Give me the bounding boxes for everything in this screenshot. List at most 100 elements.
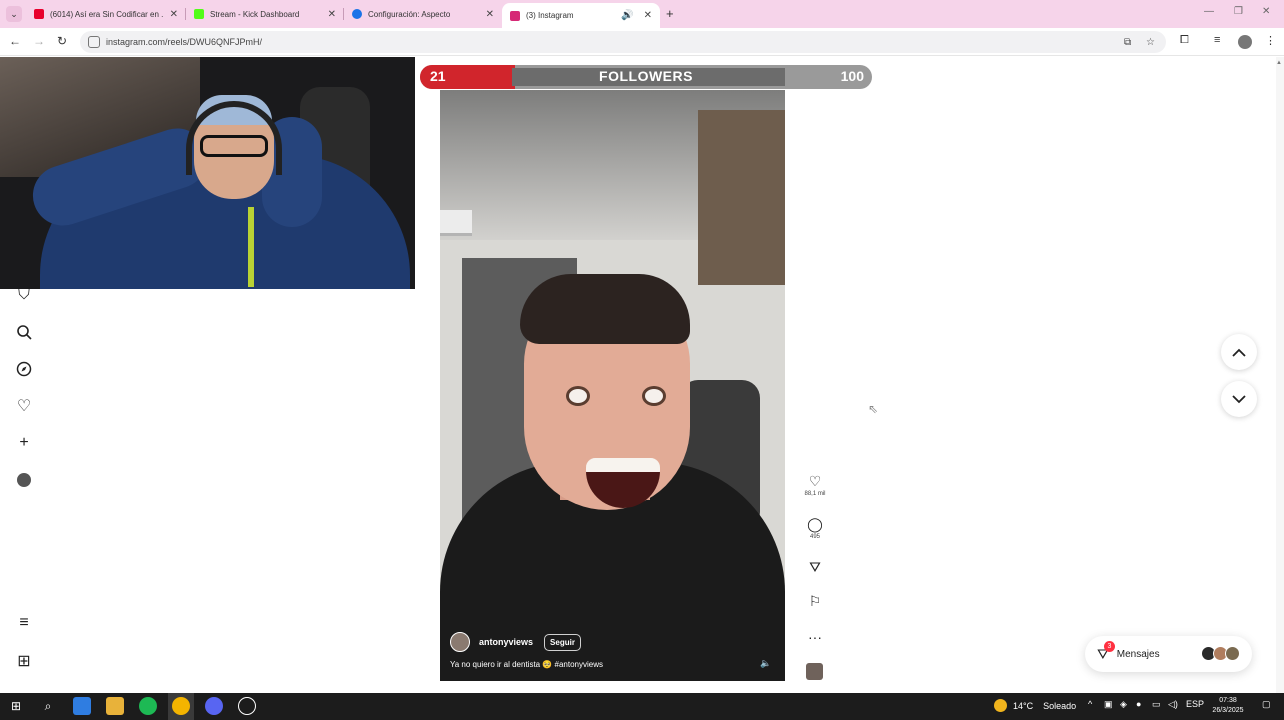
media-controls-icon[interactable]: ≡ (1214, 34, 1220, 46)
clock-date: 26/3/2025 (1212, 707, 1244, 714)
copilot-icon[interactable] (73, 697, 91, 715)
messenger-icon: ⛛ 3 (1097, 640, 1115, 663)
close-window-icon[interactable]: ✕ (1262, 6, 1270, 17)
close-tab-icon[interactable]: ✕ (486, 9, 494, 20)
heart-icon[interactable]: ♡ (809, 473, 822, 489)
reload-icon[interactable]: ↻ (57, 34, 67, 48)
chevron-down-icon (1232, 394, 1246, 403)
more-dots-icon[interactable]: ··· (808, 629, 822, 645)
notifications-icon[interactable]: ▢ (1262, 699, 1271, 710)
more-options[interactable]: ··· (800, 629, 830, 645)
temperature: 14°C (1013, 700, 1034, 711)
obs-icon[interactable] (238, 697, 256, 715)
tray-app-icon[interactable]: ▣ (1104, 699, 1113, 710)
tab-list-button[interactable]: ⌄ (6, 6, 22, 22)
reel-caption: Ya no quiero ir al dentista 🥺 #antonyvie… (450, 660, 604, 669)
instagram-page: ▲ ⛉ ♡ + ≡ ⊞ 21 FOLLOWERS 100 antonyviews… (0, 57, 1284, 693)
bookmark-star-icon[interactable]: ☆ (1146, 31, 1155, 53)
clock-time: 07:38 (1219, 697, 1237, 704)
file-explorer-icon[interactable] (106, 697, 124, 715)
browser-toolbar: ← → ↻ instagram.com/reels/DWU6QNFJPmH/ ⧉… (0, 28, 1284, 56)
weather-widget[interactable]: 14°C Soleado (994, 699, 1076, 712)
share-icon[interactable]: ⛛ (809, 559, 821, 575)
messages-label: Mensajes (1116, 648, 1160, 660)
tab-kick-dashboard[interactable]: Stream - Kick Dashboard ✕ (186, 4, 344, 24)
previous-reel-button[interactable] (1221, 334, 1257, 370)
chrome-profile-icon[interactable] (205, 697, 223, 715)
chrome-icon[interactable] (172, 697, 190, 715)
kick-icon (194, 9, 204, 19)
volume-icon[interactable]: ◁) (1168, 699, 1178, 710)
mouse-cursor-icon: ⇖ (868, 402, 879, 416)
followers-goal-bar: 21 FOLLOWERS 100 (420, 65, 872, 89)
webcam-overlay (0, 57, 415, 289)
create-plus-icon[interactable]: + (14, 433, 34, 453)
profile-avatar[interactable] (1238, 35, 1252, 49)
windows-taskbar: ⊞ ⌕ 14°C Soleado ^ ▣ ◈ ● ▭ ◁) ESP 07:38 … (0, 693, 1284, 720)
search-icon[interactable]: ⌕ (39, 697, 57, 715)
next-reel-button[interactable] (1221, 381, 1257, 417)
sun-icon (994, 699, 1007, 712)
reel-author: antonyviews Seguir (450, 632, 581, 652)
bookmark-icon[interactable]: ⚐ (809, 593, 822, 609)
share-action[interactable]: ⛛ (800, 559, 830, 575)
new-tab-button[interactable]: + (666, 6, 674, 21)
volume-icon[interactable]: 🔈 (760, 658, 771, 669)
chevron-up-icon (1232, 348, 1246, 357)
menu-kebab-icon[interactable]: ⋮ (1265, 34, 1276, 47)
show-hidden-icons[interactable]: ^ (1088, 699, 1092, 709)
search-icon[interactable] (14, 322, 34, 342)
address-bar[interactable]: instagram.com/reels/DWU6QNFJPmH/ ⧉ ☆ (80, 31, 1166, 53)
reel-video[interactable]: antonyviews Seguir Ya no quiero ir al de… (440, 90, 785, 681)
goal-label: FOLLOWERS (599, 68, 693, 84)
minimize-icon[interactable]: — (1204, 6, 1214, 17)
goal-target-count: 100 (840, 68, 864, 84)
instagram-icon (510, 10, 520, 21)
youtube-icon (34, 9, 44, 19)
save-action[interactable]: ⚐ (800, 593, 830, 609)
spotify-icon[interactable] (139, 697, 157, 715)
back-icon[interactable]: ← (9, 34, 21, 48)
messages-button[interactable]: ⛛ 3 Mensajes (1085, 636, 1252, 672)
tab-youtube[interactable]: (6014) Así era Sin Codificar en ... ✕ (26, 4, 186, 24)
heart-icon[interactable]: ♡ (14, 396, 34, 416)
more-menu-icon[interactable]: ≡ (14, 613, 34, 633)
explore-icon[interactable] (14, 359, 34, 379)
author-username[interactable]: antonyviews (479, 637, 533, 647)
windows-start-icon[interactable]: ⊞ (7, 697, 25, 715)
follow-button[interactable]: Seguir (544, 633, 581, 651)
install-app-icon[interactable]: ⧉ (1124, 31, 1131, 53)
message-avatars (1201, 646, 1240, 661)
tab-settings[interactable]: Configuración: Aspecto ✕ (344, 4, 502, 24)
network-icon[interactable]: ▭ (1152, 699, 1161, 710)
author-avatar[interactable] (450, 632, 470, 652)
microphone-icon[interactable]: ● (1136, 699, 1141, 709)
close-tab-icon[interactable]: ✕ (170, 9, 178, 20)
browser-tab-bar: ⌄ (6014) Así era Sin Codificar en ... ✕ … (0, 0, 1284, 28)
restore-icon[interactable]: ❐ (1234, 6, 1243, 17)
extensions-icon[interactable]: ⧠ (1180, 34, 1189, 47)
comment-count: 495 (809, 534, 820, 540)
site-info-icon[interactable] (88, 36, 100, 48)
system-clock[interactable]: 07:38 26/3/2025 (1206, 696, 1250, 716)
close-tab-icon[interactable]: ✕ (644, 10, 652, 21)
comment-icon[interactable]: ◯ (807, 516, 823, 532)
speaker-icon[interactable]: 🔊 (621, 10, 633, 21)
close-tab-icon[interactable]: ✕ (328, 9, 336, 20)
audio-thumbnail[interactable] (806, 663, 823, 680)
input-language[interactable]: ESP (1186, 699, 1204, 709)
weather-condition: Soleado (1043, 700, 1077, 711)
url-text[interactable]: instagram.com/reels/DWU6QNFJPmH/ (106, 37, 262, 47)
screen: ⌄ (6014) Así era Sin Codificar en ... ✕ … (0, 0, 1284, 720)
scrollbar[interactable]: ▲ (1276, 57, 1284, 693)
like-action[interactable]: ♡ 88,1 mil (800, 473, 830, 497)
forward-icon[interactable]: → (33, 34, 45, 48)
messages-badge: 3 (1104, 640, 1115, 652)
comment-action[interactable]: ◯ 495 (800, 516, 830, 540)
like-count: 88,1 mil (804, 491, 826, 497)
profile-avatar-icon[interactable] (14, 470, 34, 490)
settings-icon (352, 9, 362, 19)
tray-app-icon[interactable]: ◈ (1120, 699, 1127, 710)
tab-instagram[interactable]: (3) Instagram 🔊 ✕ (502, 3, 660, 28)
also-from-meta-icon[interactable]: ⊞ (14, 651, 34, 671)
